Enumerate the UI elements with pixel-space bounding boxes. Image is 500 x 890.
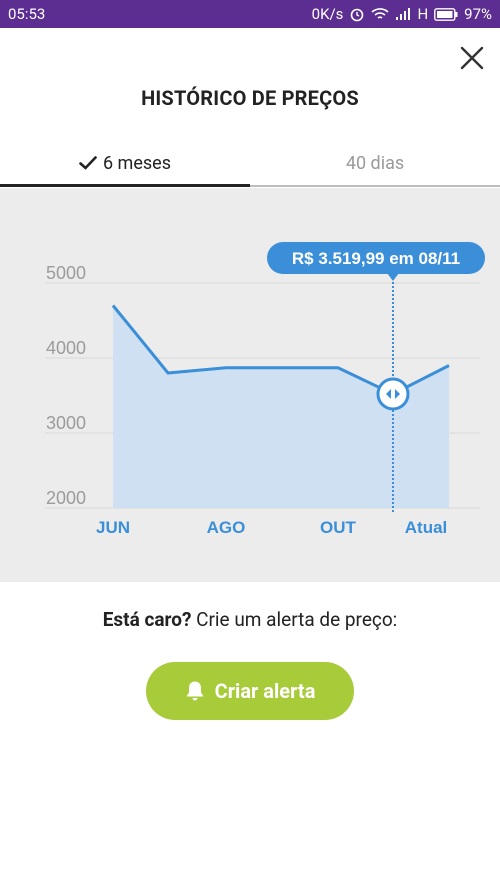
chart-drag-handle[interactable] <box>376 377 410 411</box>
active-tab-indicator <box>0 184 250 187</box>
tab-6-meses[interactable]: 6 meses <box>0 140 250 186</box>
x-tick-label: AGO <box>207 518 246 537</box>
tooltip-text: R$ 3.519,99 em 08/11 <box>292 249 460 268</box>
y-tick-label: 4000 <box>46 338 86 358</box>
tooltip-pointer <box>387 273 399 281</box>
x-tick-label: Atual <box>405 518 448 537</box>
tab-40-dias[interactable]: 40 dias <box>250 140 500 186</box>
tab-label: 6 meses <box>102 152 172 174</box>
check-icon <box>79 155 97 171</box>
create-alert-button[interactable]: Criar alerta <box>146 662 354 720</box>
alert-prompt-text: Crie um alerta de preço: <box>191 608 398 631</box>
y-tick-label: 3000 <box>46 413 86 433</box>
status-icons: 0K/s H 97% <box>312 5 492 23</box>
tab-label: 40 dias <box>345 152 405 174</box>
signal-icon <box>395 7 411 21</box>
status-time: 05:53 <box>8 5 46 23</box>
y-tick-label: 5000 <box>46 263 86 283</box>
alarm-icon <box>349 6 365 22</box>
wifi-icon <box>371 7 389 21</box>
create-alert-label: Criar alerta <box>214 679 316 703</box>
tab-divider <box>250 185 500 187</box>
page-title: HISTÓRICO DE PREÇOS <box>141 86 359 110</box>
alert-prompt-bold: Está caro? <box>102 608 192 631</box>
battery-level: 97% <box>464 5 492 23</box>
bell-icon <box>185 680 205 702</box>
period-tabs: 6 meses 40 dias <box>0 140 500 188</box>
status-bar: 05:53 0K/s H 97% <box>0 0 500 28</box>
net-speed: 0K/s <box>311 5 344 23</box>
y-tick-label: 2000 <box>46 488 86 508</box>
close-icon <box>460 46 484 70</box>
close-button[interactable] <box>452 38 492 78</box>
battery-icon <box>434 7 458 21</box>
price-history-chart: 2000 3000 4000 5000 JUN AGO OUT Atual R$ 3.519,9… <box>0 188 500 582</box>
alert-prompt: Está caro? Crie um alerta de preço: <box>0 608 500 631</box>
chart-svg: 2000 3000 4000 5000 JUN AGO OUT Atual R$ 3.519,9… <box>45 242 485 537</box>
signal-type: H <box>417 5 429 23</box>
x-tick-label: JUN <box>96 518 130 537</box>
x-tick-label: OUT <box>320 518 357 537</box>
